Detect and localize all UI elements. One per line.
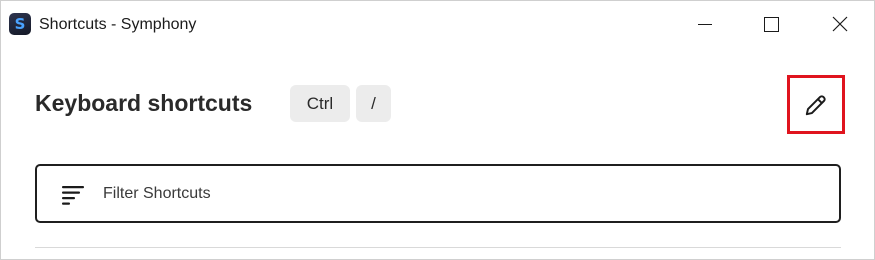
symphony-app-icon: S (9, 13, 31, 35)
close-icon (832, 16, 848, 32)
minimize-button[interactable] (682, 1, 728, 47)
filter-lines-icon (62, 186, 84, 205)
close-button[interactable] (817, 1, 863, 47)
shortcut-key-slash: / (356, 85, 391, 122)
filter-shortcuts-input[interactable] (103, 166, 803, 221)
maximize-button[interactable] (748, 1, 794, 47)
pencil-icon (805, 94, 826, 115)
filter-shortcuts-box[interactable] (35, 164, 841, 223)
app-icon-letter: S (14, 14, 26, 33)
window-title: Shortcuts - Symphony (39, 16, 197, 33)
page-title: Keyboard shortcuts (35, 90, 253, 116)
section-divider (35, 247, 841, 248)
shortcut-key-ctrl: Ctrl (290, 85, 350, 122)
maximize-icon (763, 16, 779, 32)
edit-shortcuts-button[interactable] (787, 75, 845, 134)
title-bar[interactable]: S Shortcuts - Symphony (1, 1, 874, 47)
minimize-icon (698, 23, 712, 25)
app-window: S Shortcuts - Symphony Keyboard shortcut… (0, 0, 875, 260)
